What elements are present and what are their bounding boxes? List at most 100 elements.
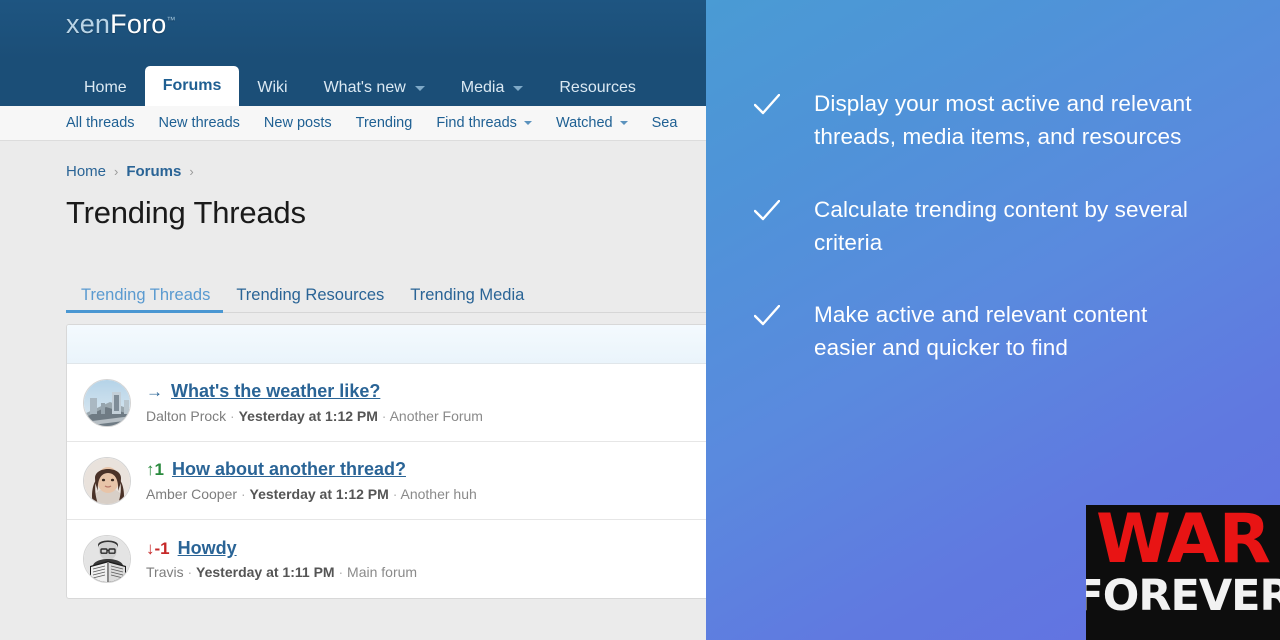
- thread-title-line: → What's the weather like?: [146, 381, 706, 403]
- breadcrumb-separator-icon: ›: [114, 164, 119, 179]
- thread-list-block: → What's the weather like? Dalton Prock …: [66, 324, 706, 599]
- subnav-label: New threads: [158, 115, 240, 131]
- primary-navigation: Home Forums Wiki What's new Media Resour…: [0, 59, 706, 106]
- trend-indicator-icon: ↓-1: [146, 538, 170, 558]
- thread-meta: Travis · Yesterday at 1:11 PM · Main for…: [146, 564, 706, 580]
- list-item: Calculate trending content by several cr…: [753, 194, 1254, 260]
- thread-date: Yesterday at 1:11 PM: [196, 564, 335, 581]
- meta-separator: ·: [381, 407, 387, 424]
- thread-author: Dalton Prock: [146, 407, 227, 424]
- feature-promo-pane: Display your most active and relevant th…: [706, 0, 1280, 640]
- nav-label: Forums: [162, 77, 222, 94]
- subnav-item-search[interactable]: Sea: [640, 106, 690, 140]
- page-body: Home › Forums › Trending Threads Trendin…: [0, 141, 706, 599]
- thread-author: Travis: [146, 564, 184, 581]
- check-icon: [753, 93, 781, 121]
- thread-meta: Amber Cooper · Yesterday at 1:12 PM · An…: [146, 486, 706, 502]
- subnav-item-find-threads[interactable]: Find threads: [424, 106, 544, 140]
- nav-label: Media: [460, 79, 505, 96]
- thread-title-line: ↓-1 Howdy: [146, 538, 706, 560]
- thread-title-link[interactable]: What's the weather like?: [171, 381, 380, 403]
- watermark-line-war: WAR: [1096, 505, 1271, 579]
- avatar[interactable]: [83, 456, 131, 505]
- xenforo-logo[interactable]: xenForo™: [66, 11, 176, 38]
- tab-label: Trending Media: [410, 285, 525, 304]
- trend-indicator-icon: ↑1: [146, 460, 164, 480]
- thread-title-line: ↑1 How about another thread?: [146, 459, 706, 481]
- thread-meta: Dalton Prock · Yesterday at 1:12 PM · An…: [146, 408, 706, 424]
- subnav-item-trending[interactable]: Trending: [344, 106, 425, 140]
- nav-label: Wiki: [257, 79, 288, 96]
- xenforo-forum-pane: xenForo™ Home Forums Wiki What's new Med…: [0, 0, 706, 640]
- chevron-down-icon: [513, 85, 524, 91]
- subnav-label: Find threads: [436, 115, 517, 131]
- breadcrumb-item-forums[interactable]: Forums: [126, 163, 181, 180]
- nav-label: Resources: [559, 79, 636, 96]
- secondary-navigation: All threads New threads New posts Trendi…: [0, 106, 706, 141]
- subnav-item-new-threads[interactable]: New threads: [147, 106, 252, 140]
- avatar[interactable]: [83, 378, 131, 427]
- meta-separator: ·: [230, 407, 235, 424]
- check-icon: [753, 199, 781, 227]
- thread-content: → What's the weather like? Dalton Prock …: [146, 381, 706, 424]
- list-item: Make active and relevant content easier …: [753, 299, 1254, 365]
- logo-trademark: ™: [166, 15, 176, 25]
- check-icon: [753, 305, 781, 332]
- subnav-label: New posts: [263, 115, 332, 131]
- breadcrumb-separator-icon: ›: [189, 164, 194, 179]
- nav-item-home[interactable]: Home: [66, 70, 145, 106]
- feature-bullet-text: Display your most active and relevant th…: [814, 91, 1192, 149]
- content-tabs: Trending Threads Trending Resources Tren…: [66, 271, 706, 313]
- trend-indicator-icon: →: [146, 382, 163, 402]
- thread-forum-node: Another Forum: [389, 407, 483, 424]
- tab-trending-threads[interactable]: Trending Threads: [66, 285, 224, 313]
- table-row[interactable]: → What's the weather like? Dalton Prock …: [67, 364, 706, 442]
- tab-trending-resources[interactable]: Trending Resources: [223, 285, 397, 313]
- site-header: xenForo™: [0, 0, 706, 59]
- subnav-label: Sea: [651, 115, 678, 131]
- thread-title-link[interactable]: How about another thread?: [172, 459, 406, 481]
- breadcrumb: Home › Forums ›: [0, 141, 706, 180]
- page-title: Trending Threads: [66, 195, 306, 230]
- subnav-item-watched[interactable]: Watched: [544, 106, 640, 140]
- feature-bullet-list: Display your most active and relevant th…: [753, 88, 1254, 405]
- thread-date: Yesterday at 1:12 PM: [238, 407, 378, 424]
- thread-title-link[interactable]: Howdy: [178, 538, 237, 560]
- thread-author: Amber Cooper: [146, 485, 238, 502]
- subnav-item-all-threads[interactable]: All threads: [66, 106, 147, 140]
- nav-item-media[interactable]: Media: [443, 70, 542, 106]
- screenshot-root: xenForo™ Home Forums Wiki What's new Med…: [0, 0, 1280, 640]
- thread-content: ↑1 How about another thread? Amber Coope…: [146, 459, 706, 502]
- thread-forum-node: Another huh: [400, 485, 477, 502]
- nav-label: What's new: [323, 79, 406, 96]
- nav-item-forums[interactable]: Forums: [144, 66, 240, 106]
- subnav-item-new-posts[interactable]: New posts: [252, 106, 344, 140]
- nav-item-resources[interactable]: Resources: [541, 70, 653, 106]
- meta-separator: ·: [338, 564, 344, 581]
- tab-label: Trending Resources: [236, 285, 385, 304]
- meta-separator: ·: [240, 485, 246, 502]
- breadcrumb-item-home[interactable]: Home: [66, 163, 106, 180]
- watermark-line-forever: FOREVER: [1086, 571, 1280, 621]
- table-row[interactable]: ↓-1 Howdy Travis · Yesterday at 1:11 PM …: [67, 520, 706, 598]
- subnav-label: Trending: [355, 115, 413, 131]
- nav-item-whats-new[interactable]: What's new: [306, 70, 443, 106]
- war-forever-watermark: WAR FOREVER: [1086, 505, 1280, 640]
- logo-suffix: Foro: [110, 9, 167, 39]
- nav-label: Home: [84, 79, 127, 96]
- subnav-label: All threads: [66, 115, 135, 131]
- chevron-down-icon: [619, 121, 628, 125]
- thread-list-header-bar: [67, 325, 706, 364]
- table-row[interactable]: ↑1 How about another thread? Amber Coope…: [67, 442, 706, 520]
- logo-prefix: xen: [66, 9, 111, 39]
- tab-trending-media[interactable]: Trending Media: [397, 285, 537, 313]
- feature-bullet-text: Make active and relevant content easier …: [814, 302, 1148, 361]
- tab-label: Trending Threads: [81, 285, 211, 304]
- meta-separator: ·: [187, 564, 193, 581]
- thread-content: ↓-1 Howdy Travis · Yesterday at 1:11 PM …: [146, 538, 706, 581]
- nav-item-wiki[interactable]: Wiki: [239, 70, 305, 106]
- subnav-label: Watched: [555, 115, 613, 131]
- thread-date: Yesterday at 1:12 PM: [249, 485, 389, 502]
- meta-separator: ·: [392, 485, 398, 502]
- avatar[interactable]: [83, 535, 131, 583]
